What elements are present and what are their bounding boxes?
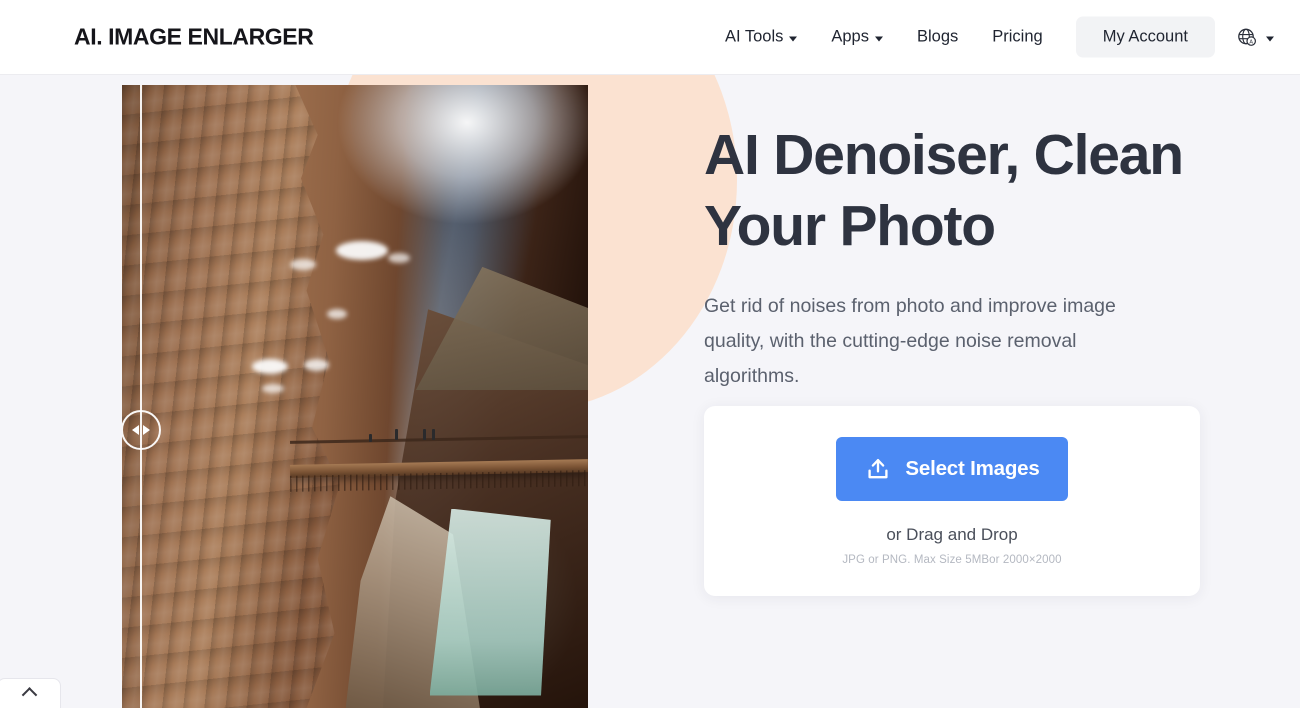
nav-item-blogs[interactable]: Blogs bbox=[900, 20, 975, 55]
nav-item-ai-tools[interactable]: AI Tools bbox=[708, 20, 814, 55]
upload-dropzone[interactable]: Select Images or Drag and Drop JPG or PN… bbox=[704, 406, 1200, 596]
before-image-layer bbox=[122, 85, 140, 708]
globe-icon: A bbox=[1238, 28, 1257, 46]
before-after-slider[interactable] bbox=[122, 85, 588, 708]
nav-item-pricing[interactable]: Pricing bbox=[975, 20, 1059, 55]
photo-cloud bbox=[303, 359, 329, 372]
chevron-down-icon bbox=[1266, 36, 1274, 41]
site-header: AI. IMAGE ENLARGER AI Tools Apps Blogs P… bbox=[0, 0, 1300, 75]
photo-cloud bbox=[261, 384, 284, 394]
photo-bridge-railing bbox=[289, 434, 588, 444]
nav-item-label: AI Tools bbox=[724, 27, 784, 46]
slider-divider-line bbox=[140, 85, 142, 708]
photo-hill bbox=[415, 266, 588, 391]
svg-text:A: A bbox=[1249, 39, 1253, 45]
chevron-down-icon bbox=[789, 36, 798, 41]
photo-person bbox=[394, 428, 398, 440]
hero-section: AI Denoiser, Clean Your Photo Get rid of… bbox=[0, 75, 1300, 708]
collapse-panel-tab[interactable] bbox=[0, 678, 61, 708]
photo-person bbox=[422, 428, 426, 440]
nav-item-label: Apps bbox=[831, 27, 869, 46]
page-title: AI Denoiser, Clean Your Photo bbox=[704, 123, 1184, 258]
photo-cloud bbox=[336, 240, 389, 260]
slider-handle[interactable] bbox=[122, 410, 161, 450]
upload-constraints: JPG or PNG. Max Size 5MBor 2000×2000 bbox=[842, 553, 1062, 566]
hero-subtitle: Get rid of noises from photo and improve… bbox=[704, 295, 1116, 387]
nav-item-apps[interactable]: Apps bbox=[814, 20, 900, 55]
drag-drop-hint: or Drag and Drop bbox=[886, 524, 1018, 544]
select-images-button[interactable]: Select Images bbox=[836, 436, 1068, 501]
site-logo[interactable]: AI. IMAGE ENLARGER bbox=[74, 24, 314, 51]
main-navigation: AI Tools Apps Blogs Pricing My Account A bbox=[708, 16, 1278, 58]
my-account-button[interactable]: My Account bbox=[1075, 16, 1215, 58]
chevron-down-icon bbox=[874, 36, 883, 41]
nav-item-label: Pricing bbox=[992, 27, 1043, 46]
photo-cloud bbox=[327, 309, 348, 320]
arrow-right-icon bbox=[143, 425, 150, 435]
language-switcher[interactable]: A bbox=[1235, 25, 1274, 49]
nav-item-label: Blogs bbox=[916, 27, 959, 46]
photo-person bbox=[368, 433, 372, 442]
comparison-photo bbox=[122, 85, 588, 708]
select-images-label: Select Images bbox=[905, 456, 1040, 480]
chevron-up-icon bbox=[21, 687, 37, 703]
hero-copy: AI Denoiser, Clean Your Photo Get rid of… bbox=[704, 120, 1204, 393]
upload-icon bbox=[868, 458, 888, 478]
arrow-left-icon bbox=[132, 425, 139, 435]
photo-person bbox=[431, 428, 435, 440]
photo-cloud bbox=[387, 253, 410, 264]
